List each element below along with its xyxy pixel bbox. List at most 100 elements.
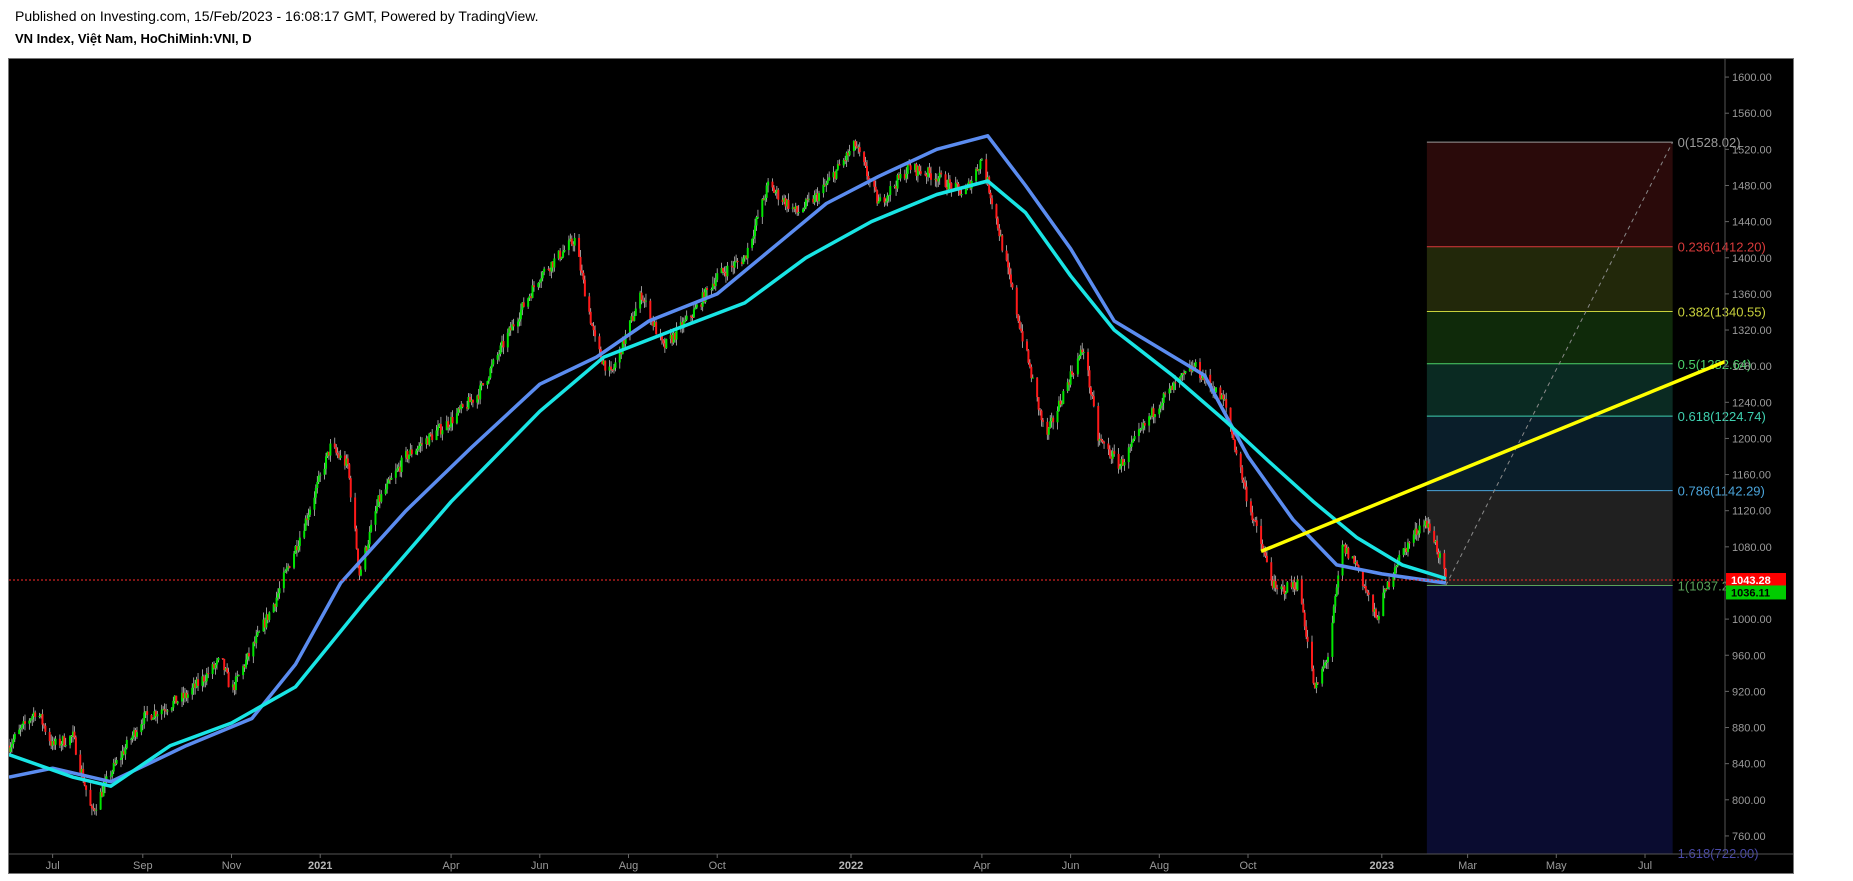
- candle-body: [905, 173, 908, 179]
- candle-body: [1113, 451, 1116, 454]
- candle-body: [1321, 668, 1324, 684]
- price-chart[interactable]: 0(1528.02)0.236(1412.20)0.382(1340.55)0.…: [9, 59, 1795, 875]
- candle-body: [1180, 375, 1183, 378]
- candle-body: [1331, 622, 1334, 657]
- candle-body: [1127, 447, 1130, 463]
- candle-body: [948, 179, 951, 184]
- candle-body: [1041, 420, 1044, 422]
- candle-body: [102, 785, 105, 797]
- y-tick-label: 1200.00: [1732, 433, 1772, 445]
- candle-body: [1071, 371, 1074, 375]
- candle-body: [1020, 328, 1023, 332]
- candle-body: [1316, 682, 1319, 684]
- candle-body: [1072, 374, 1075, 376]
- candle-body: [1332, 606, 1335, 623]
- candle-body: [18, 729, 21, 734]
- candle-body: [722, 268, 725, 272]
- candle-body: [415, 450, 418, 455]
- candle-body: [726, 265, 729, 277]
- candle-body: [1393, 567, 1396, 574]
- y-tick-label: 1120.00: [1732, 506, 1771, 518]
- candle-body: [796, 206, 799, 213]
- candle-body: [1092, 396, 1095, 406]
- chart-panel[interactable]: 0(1528.02) 0.236(1412.20) 0.382(1340.55) 0.…: [8, 58, 1794, 874]
- candle-body: [502, 341, 505, 348]
- x-tick-label: Oct: [1239, 860, 1256, 872]
- candle-body: [1388, 581, 1391, 587]
- candle-body: [733, 261, 736, 268]
- candle-body: [214, 664, 217, 669]
- candle-body: [583, 279, 586, 297]
- candle-body: [772, 187, 775, 193]
- candle-body: [1215, 387, 1218, 393]
- candle-body: [1284, 592, 1287, 595]
- candle-body: [774, 192, 777, 194]
- candle-body: [742, 258, 745, 264]
- candle-body: [1433, 530, 1436, 543]
- candle-body: [1081, 349, 1084, 353]
- candle-body: [124, 748, 127, 755]
- candle-body: [706, 288, 709, 290]
- candle-body: [873, 180, 876, 187]
- candle-body: [723, 271, 726, 273]
- candle-body: [592, 326, 595, 331]
- candle-body: [1028, 362, 1031, 367]
- candle-body: [797, 212, 800, 214]
- candle-body: [1100, 438, 1103, 441]
- candle-body: [751, 238, 754, 248]
- candle-body: [89, 789, 92, 806]
- candle-body: [863, 152, 866, 163]
- candle-body: [633, 315, 636, 321]
- candle-body: [313, 497, 316, 510]
- candle-body: [736, 260, 739, 263]
- x-tick-label: Sep: [133, 860, 153, 872]
- candle-body: [889, 186, 892, 195]
- candle-body: [482, 383, 485, 386]
- fib-band: [1426, 246, 1673, 312]
- candle-body: [1374, 609, 1377, 618]
- candle-body: [908, 164, 911, 166]
- fib-level-label: 0.618(1224.74): [1678, 409, 1766, 424]
- candle-body: [802, 209, 805, 213]
- candle-body: [1030, 366, 1033, 379]
- candle-body: [109, 775, 112, 777]
- candle-body: [471, 399, 474, 403]
- candle-body: [448, 426, 451, 428]
- candle-body: [512, 324, 515, 327]
- candle-body: [582, 272, 585, 280]
- candle-body: [303, 530, 306, 538]
- candle-body: [1249, 501, 1252, 513]
- candle-body: [879, 197, 882, 202]
- candle-body: [1091, 394, 1094, 397]
- candle-body: [368, 531, 371, 545]
- candle-body: [258, 631, 261, 633]
- candle-body: [319, 474, 322, 476]
- candle-body: [767, 181, 770, 186]
- candle-body: [1108, 449, 1111, 457]
- candle-body: [1303, 612, 1306, 627]
- candle-body: [1251, 512, 1254, 520]
- candle-body: [518, 319, 521, 322]
- candle-body: [207, 673, 210, 675]
- candle-body: [591, 323, 594, 327]
- current-price-badge: 1043.28: [1731, 575, 1771, 587]
- candle-body: [54, 738, 57, 745]
- x-tick-label: Apr: [973, 860, 990, 872]
- candle-body: [1011, 283, 1014, 288]
- candle-body: [227, 672, 230, 688]
- y-tick-label: 1560.00: [1732, 108, 1772, 120]
- candle-body: [317, 475, 320, 482]
- candle-body: [119, 757, 122, 760]
- candle-body: [755, 217, 758, 226]
- candle-body: [135, 732, 138, 737]
- candle-body: [217, 658, 220, 661]
- candle-body: [237, 675, 240, 677]
- candle-body: [531, 285, 534, 298]
- y-tick-label: 1360.00: [1732, 289, 1772, 301]
- candle-body: [522, 302, 525, 307]
- candle-body: [1382, 592, 1385, 617]
- candle-body: [803, 207, 806, 210]
- candle-body: [1018, 320, 1021, 329]
- candle-body: [828, 177, 831, 181]
- x-tick-label: Aug: [619, 860, 639, 872]
